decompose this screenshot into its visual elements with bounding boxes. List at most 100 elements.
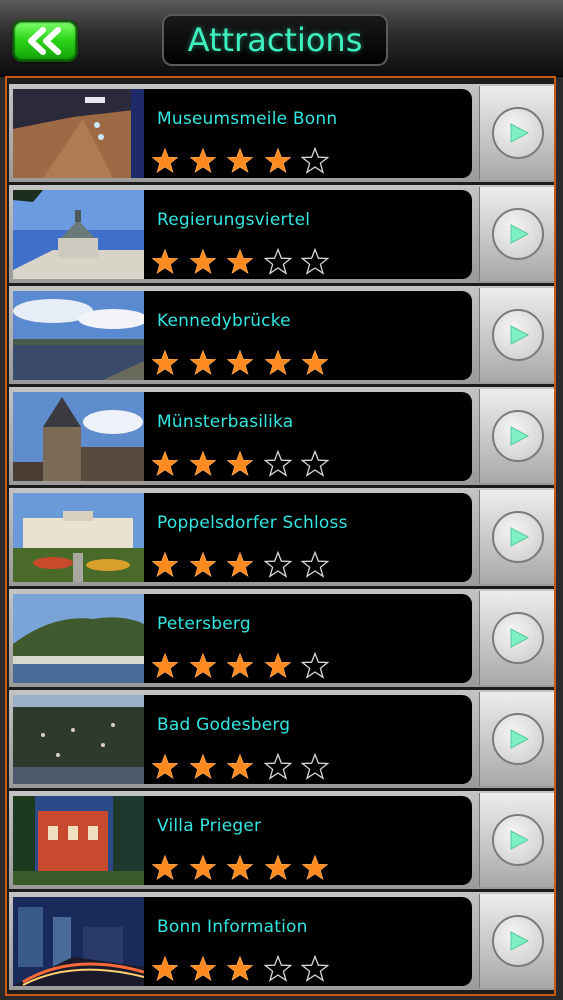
- open-button[interactable]: [479, 389, 554, 483]
- star-filled-icon: [189, 248, 217, 276]
- star-filled-icon: [264, 854, 292, 882]
- star-filled-icon: [226, 349, 254, 377]
- attraction-thumbnail: [13, 190, 144, 279]
- play-arrow-icon: [491, 713, 544, 765]
- attraction-name: Museumsmeile Bonn: [157, 109, 338, 129]
- star-filled-icon: [151, 652, 179, 680]
- star-filled-icon: [226, 955, 254, 983]
- attraction-name: Münsterbasilika: [157, 412, 294, 432]
- star-empty-icon: [263, 752, 292, 781]
- attraction-info: Villa Prieger: [144, 796, 472, 885]
- attraction-thumbnail: [13, 291, 144, 380]
- star-empty-icon: [263, 954, 292, 983]
- star-filled-icon: [189, 349, 217, 377]
- star-filled-icon: [264, 147, 292, 175]
- play-arrow-icon: [491, 410, 544, 462]
- open-button[interactable]: [479, 86, 554, 180]
- list-item[interactable]: Villa Prieger: [9, 791, 554, 889]
- star-filled-icon: [226, 551, 254, 579]
- open-button[interactable]: [479, 490, 554, 584]
- star-filled-icon: [226, 147, 254, 175]
- star-filled-icon: [151, 248, 179, 276]
- list-item[interactable]: Petersberg: [9, 589, 554, 687]
- open-button[interactable]: [479, 894, 554, 988]
- attraction-name: Regierungsviertel: [157, 210, 311, 230]
- play-arrow-icon: [491, 208, 544, 260]
- open-button[interactable]: [479, 288, 554, 382]
- attraction-info: Bonn Information: [144, 897, 472, 986]
- play-arrow-icon: [491, 107, 544, 159]
- star-empty-icon: [263, 550, 292, 579]
- list-item[interactable]: Bad Godesberg: [9, 690, 554, 788]
- star-filled-icon: [226, 248, 254, 276]
- attraction-list[interactable]: Museumsmeile Bonn Regierungsviertel Kenn…: [5, 76, 556, 996]
- star-filled-icon: [189, 147, 217, 175]
- list-item[interactable]: Bonn Information: [9, 892, 554, 990]
- attraction-name: Bonn Information: [157, 917, 308, 937]
- star-filled-icon: [226, 854, 254, 882]
- star-filled-icon: [189, 955, 217, 983]
- star-filled-icon: [264, 349, 292, 377]
- star-filled-icon: [151, 147, 179, 175]
- attraction-info: Petersberg: [144, 594, 472, 683]
- star-empty-icon: [300, 146, 330, 175]
- play-arrow-icon: [491, 814, 544, 866]
- attraction-name: Poppelsdorfer Schloss: [157, 513, 348, 533]
- star-empty-icon: [300, 752, 330, 781]
- star-filled-icon: [151, 551, 179, 579]
- open-button[interactable]: [479, 187, 554, 281]
- star-empty-icon: [263, 247, 292, 276]
- header-bar: Attractions: [0, 0, 563, 77]
- open-button[interactable]: [479, 793, 554, 887]
- list-item[interactable]: Poppelsdorfer Schloss: [9, 488, 554, 586]
- attraction-info: Poppelsdorfer Schloss: [144, 493, 472, 582]
- attraction-thumbnail: [13, 695, 144, 784]
- attraction-name: Kennedybrücke: [157, 311, 291, 331]
- attraction-info: Museumsmeile Bonn: [144, 89, 472, 178]
- star-filled-icon: [264, 652, 292, 680]
- attraction-thumbnail: [13, 594, 144, 683]
- star-empty-icon: [300, 449, 330, 478]
- attraction-name: Petersberg: [157, 614, 251, 634]
- star-empty-icon: [263, 449, 292, 478]
- star-filled-icon: [189, 450, 217, 478]
- star-empty-icon: [300, 550, 330, 579]
- list-item[interactable]: Münsterbasilika: [9, 387, 554, 485]
- star-filled-icon: [189, 551, 217, 579]
- star-filled-icon: [189, 753, 217, 781]
- play-arrow-icon: [491, 511, 544, 563]
- list-item[interactable]: Regierungsviertel: [9, 185, 554, 283]
- attraction-info: Regierungsviertel: [144, 190, 472, 279]
- attraction-thumbnail: [13, 493, 144, 582]
- star-filled-icon: [226, 753, 254, 781]
- star-empty-icon: [300, 954, 330, 983]
- play-arrow-icon: [491, 612, 544, 664]
- attraction-info: Kennedybrücke: [144, 291, 472, 380]
- attraction-info: Bad Godesberg: [144, 695, 472, 784]
- back-button[interactable]: [12, 20, 78, 62]
- open-button[interactable]: [479, 591, 554, 685]
- list-item[interactable]: Kennedybrücke: [9, 286, 554, 384]
- play-arrow-icon: [491, 915, 544, 967]
- attraction-thumbnail: [13, 89, 144, 178]
- page-title-box: Attractions: [162, 14, 388, 66]
- star-filled-icon: [301, 854, 329, 882]
- attraction-thumbnail: [13, 392, 144, 481]
- star-filled-icon: [151, 854, 179, 882]
- page-title: Attractions: [187, 21, 363, 59]
- star-filled-icon: [301, 349, 329, 377]
- star-filled-icon: [226, 652, 254, 680]
- open-button[interactable]: [479, 692, 554, 786]
- attraction-name: Bad Godesberg: [157, 715, 291, 735]
- attraction-info: Münsterbasilika: [144, 392, 472, 481]
- list-item[interactable]: Museumsmeile Bonn: [9, 84, 554, 182]
- star-filled-icon: [151, 955, 179, 983]
- star-filled-icon: [151, 450, 179, 478]
- star-filled-icon: [189, 652, 217, 680]
- attraction-name: Villa Prieger: [157, 816, 262, 836]
- star-filled-icon: [151, 349, 179, 377]
- attraction-thumbnail: [13, 897, 144, 986]
- attraction-thumbnail: [13, 796, 144, 885]
- double-chevron-left-icon: [28, 27, 61, 55]
- star-empty-icon: [300, 651, 330, 680]
